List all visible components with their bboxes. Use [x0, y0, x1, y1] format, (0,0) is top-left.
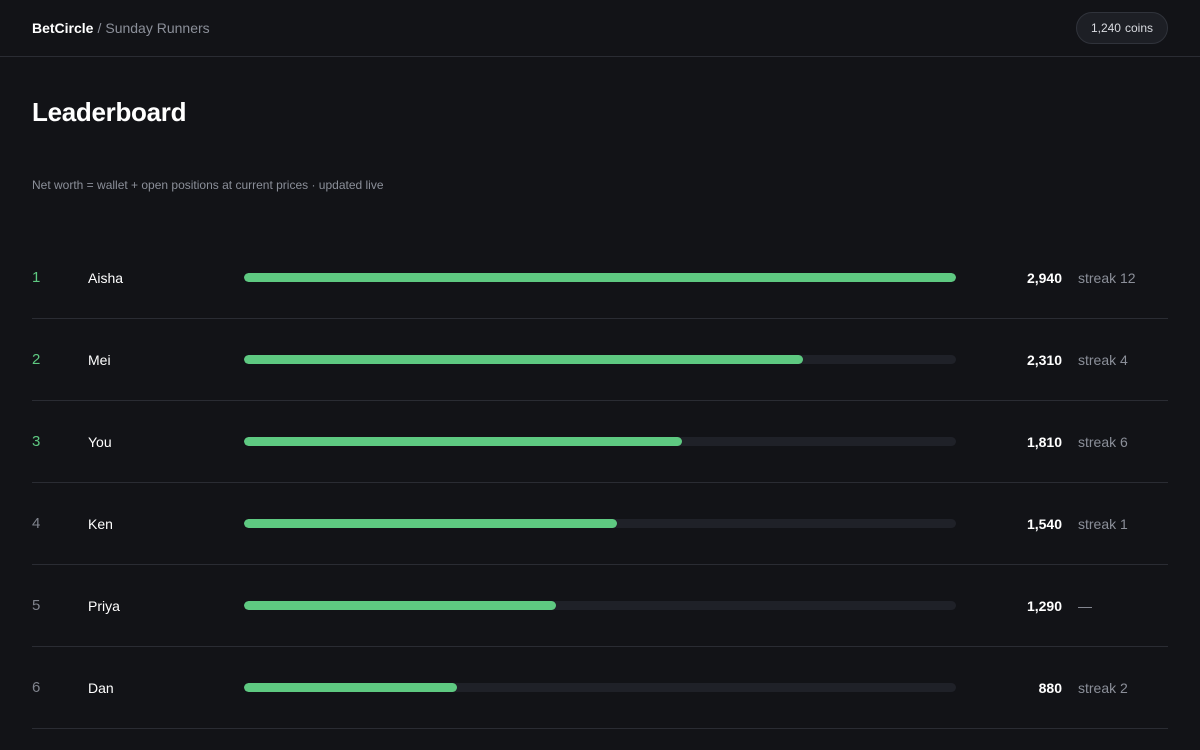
- net-worth-bar-fill: [244, 355, 804, 364]
- net-worth-value: 1,540: [1026, 515, 1062, 532]
- leaderboard-row[interactable]: 2 Mei 2,310 streak 4: [32, 319, 1168, 401]
- top-bar: BetCircle / Sunday Runners 1,240 coins: [0, 0, 1200, 57]
- rank-number: 4: [32, 515, 41, 532]
- net-worth-bar-track: [244, 519, 956, 528]
- player-name: Aisha: [88, 269, 124, 286]
- rank-number: 6: [32, 679, 41, 696]
- leaderboard-row[interactable]: 4 Ken 1,540 streak 1: [32, 483, 1168, 565]
- rank-number: 2: [32, 351, 41, 368]
- player-name: Ken: [88, 515, 113, 532]
- leaderboard-row[interactable]: 1 Aisha 2,940 streak 12: [32, 237, 1168, 319]
- group-name: Sunday Runners: [105, 20, 210, 36]
- page-subtitle: Net worth = wallet + open positions at c…: [32, 178, 384, 192]
- streak-label: streak 4: [1078, 351, 1128, 368]
- coin-balance-unit: coins: [1124, 21, 1153, 35]
- page-title: Leaderboard: [32, 97, 187, 127]
- player-name: Dan: [88, 679, 114, 696]
- leaderboard-row[interactable]: 5 Priya 1,290 —: [32, 565, 1168, 647]
- player-name: Mei: [88, 351, 111, 368]
- player-name: Priya: [88, 597, 120, 614]
- leaderboard-list: 1 Aisha 2,940 streak 12 2 Mei 2,310 streak 4 3 Yo…: [32, 237, 1168, 729]
- leaderboard-row[interactable]: 6 Dan 880 streak 2: [32, 647, 1168, 729]
- net-worth-bar-track: [244, 437, 956, 446]
- streak-label: streak 1: [1078, 515, 1128, 532]
- coin-balance-badge[interactable]: 1,240 coins: [1075, 12, 1168, 44]
- net-worth-bar-track: [244, 683, 956, 692]
- streak-label: streak 12: [1078, 269, 1136, 286]
- net-worth-bar-fill: [244, 437, 683, 446]
- net-worth-value: 880: [1038, 679, 1062, 696]
- net-worth-value: 1,290: [1026, 597, 1062, 614]
- net-worth-bar-fill: [244, 601, 557, 610]
- net-worth-value: 2,940: [1026, 269, 1062, 286]
- net-worth-bar-track: [244, 355, 956, 364]
- net-worth-bar-fill: [244, 519, 617, 528]
- net-worth-bar-track: [244, 273, 956, 282]
- net-worth-bar-fill: [244, 273, 956, 282]
- breadcrumb-separator: /: [97, 20, 102, 36]
- streak-label: streak 6: [1078, 433, 1128, 450]
- brand-link[interactable]: BetCircle: [32, 20, 93, 36]
- main-content: Leaderboard Net worth = wallet + open po…: [0, 57, 1200, 729]
- net-worth-bar-fill: [244, 683, 458, 692]
- net-worth-bar-track: [244, 601, 956, 610]
- net-worth-value: 1,810: [1026, 433, 1062, 450]
- rank-number: 1: [32, 269, 41, 286]
- leaderboard-row[interactable]: 3 You 1,810 streak 6: [32, 401, 1168, 483]
- streak-label: —: [1078, 597, 1092, 614]
- streak-label: streak 2: [1078, 679, 1128, 696]
- rank-number: 3: [32, 433, 41, 450]
- rank-number: 5: [32, 597, 41, 614]
- breadcrumb: BetCircle / Sunday Runners: [32, 20, 210, 36]
- player-name: You: [88, 433, 112, 450]
- net-worth-value: 2,310: [1026, 351, 1062, 368]
- coin-balance-value: 1,240: [1090, 21, 1121, 35]
